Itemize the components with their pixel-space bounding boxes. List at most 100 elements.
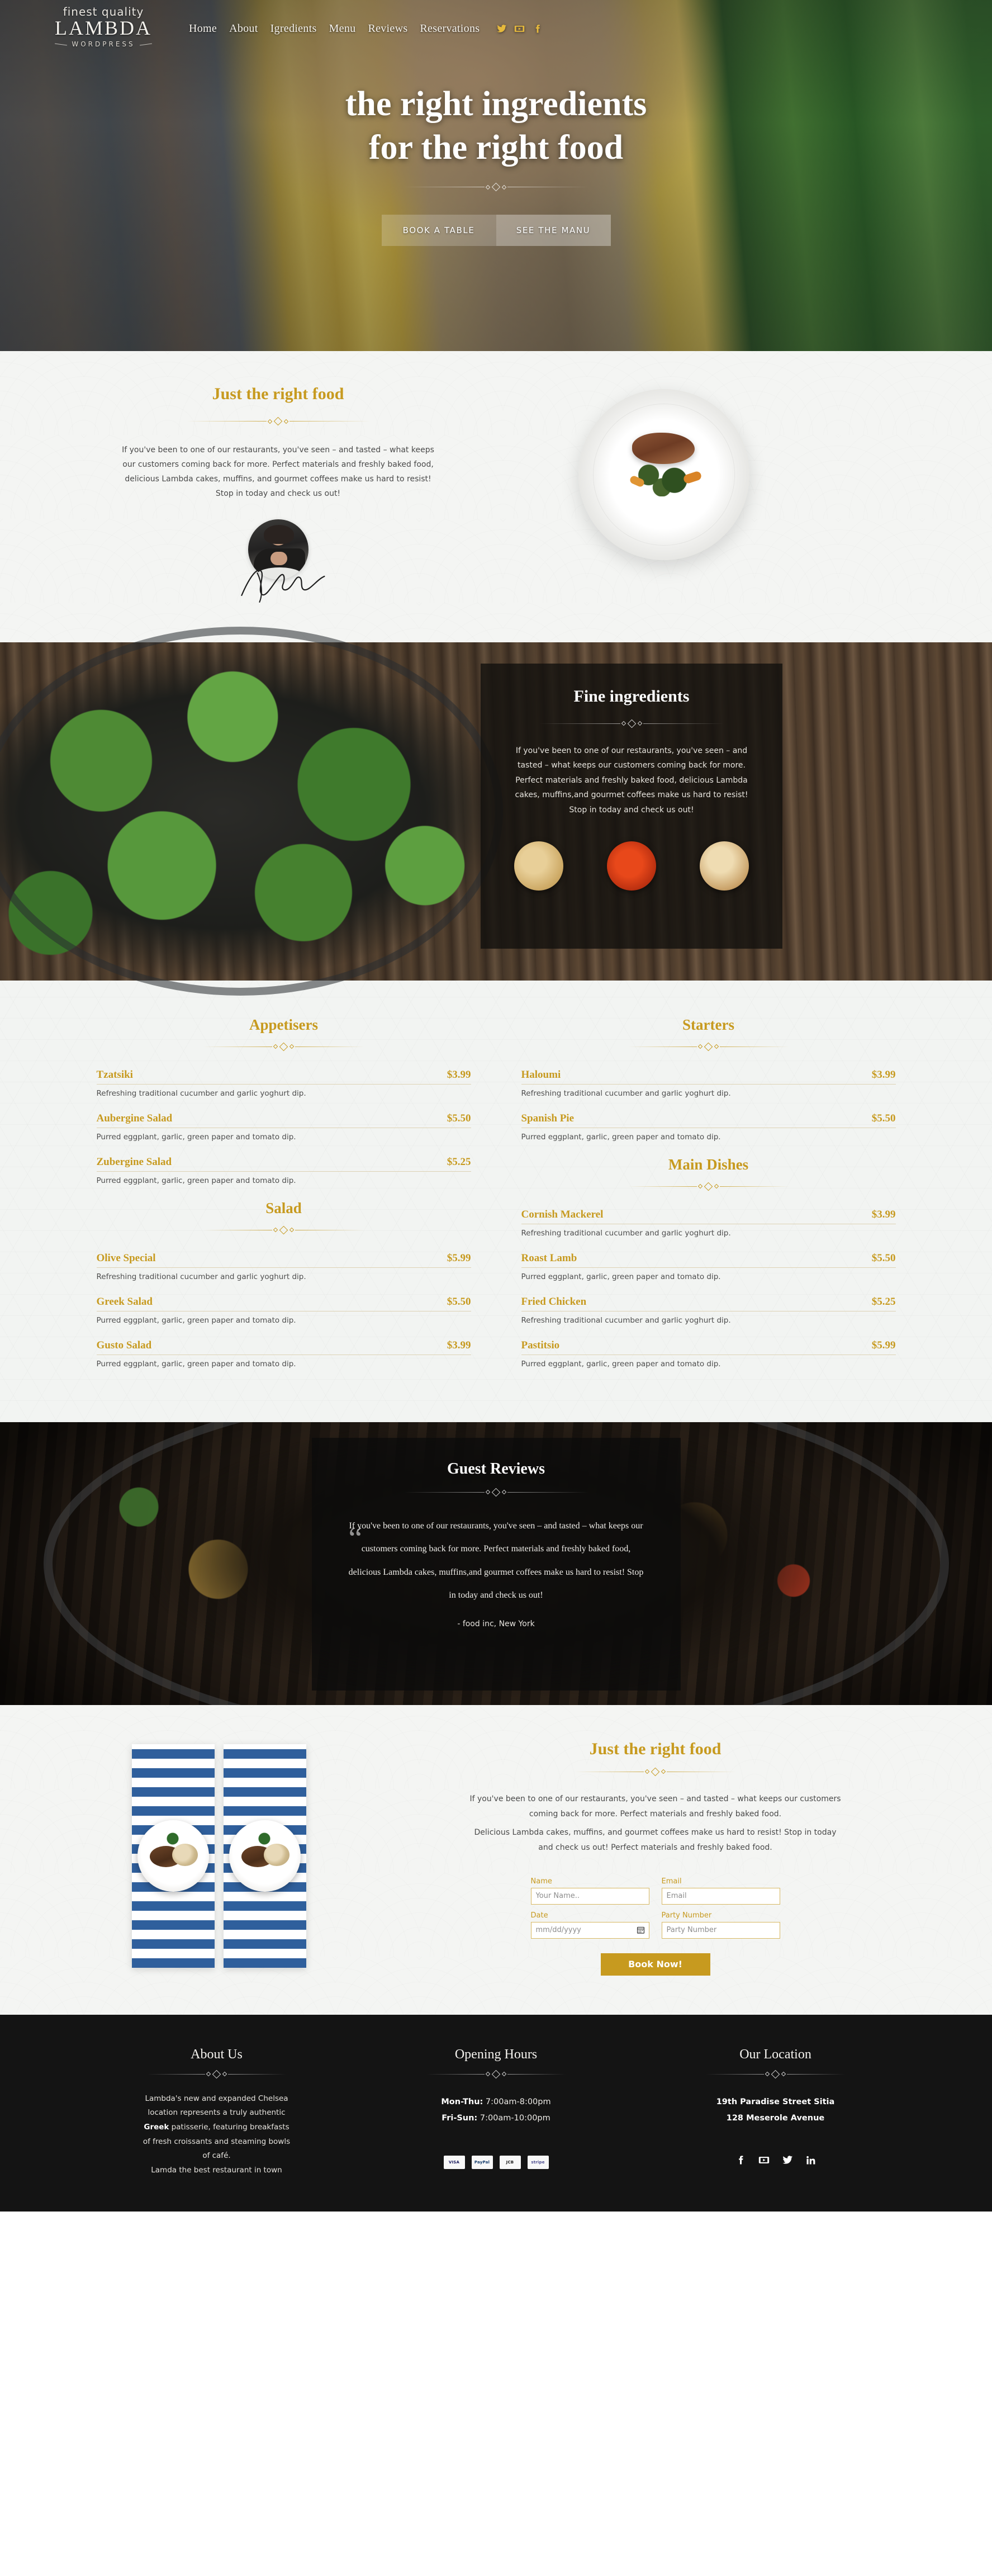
book-a-table-button[interactable]: BOOK A TABLE	[381, 215, 496, 246]
menu-item[interactable]: Cornish Mackerel $3.99 Refreshing tradit…	[521, 1209, 896, 1238]
menu-item-price: $3.99	[447, 1339, 471, 1351]
menu-group-header-main-dishes: Main Dishes	[521, 1156, 896, 1191]
intro-title: Just the right food	[212, 385, 344, 403]
divider-diamond-small-left	[485, 184, 491, 190]
divider-diamond-small-right	[501, 1489, 507, 1495]
ornament-divider	[202, 1225, 365, 1234]
menu-items-main-dishes: Cornish Mackerel $3.99 Refreshing tradit…	[521, 1209, 896, 1368]
menu-item[interactable]: Aubergine Salad $5.50 Purred eggplant, g…	[96, 1112, 471, 1142]
dish-plate-shape	[137, 1820, 209, 1892]
party-number-label: Party Number	[661, 1911, 712, 1920]
site-logo[interactable]: finest quality LAMBDA WORDPRESS	[34, 3, 173, 49]
party-number-input[interactable]	[661, 1921, 780, 1939]
divider-diamond-small-left	[621, 721, 626, 726]
chef-block	[122, 519, 435, 603]
menu-item[interactable]: Haloumi $3.99 Refreshing traditional cuc…	[521, 1069, 896, 1098]
divider-diamond-small-left	[644, 1769, 650, 1774]
menu-item[interactable]: Pastitsio $5.99 Purred eggplant, garlic,…	[521, 1339, 896, 1368]
email-input[interactable]	[661, 1887, 780, 1905]
about-line-4: of fresh croissants and steaming bowls	[143, 2137, 291, 2146]
menu-item-description: Refreshing traditional cucumber and garl…	[96, 1088, 306, 1098]
menu-item[interactable]: Olive Special $5.99 Refreshing tradition…	[96, 1252, 471, 1281]
menu-item-description: Purred eggplant, garlic, green paper and…	[96, 1315, 296, 1325]
nav-item-about[interactable]: About	[229, 22, 258, 35]
facebook-icon[interactable]	[532, 23, 543, 37]
hours-value-fri-sun: 7:00am-10:00pm	[477, 2113, 550, 2123]
rice-shape	[172, 1843, 198, 1866]
ingredient-thumbnails	[506, 841, 757, 891]
menu-item[interactable]: Zubergine Salad $5.25 Purred eggplant, g…	[96, 1156, 471, 1185]
youtube-icon[interactable]	[514, 23, 525, 37]
email-label: Email	[661, 1877, 682, 1886]
divider-diamond-center	[704, 1042, 713, 1051]
visa-icon: VISA	[443, 2155, 465, 2169]
youtube-icon[interactable]	[758, 2154, 770, 2168]
header-social-links	[496, 3, 543, 37]
date-field-wrapper	[530, 1921, 649, 1939]
nav-item-reviews[interactable]: Reviews	[368, 22, 407, 35]
divider-diamond-small-right	[283, 419, 289, 424]
site-footer: About Us Lambda's new and expanded Chels…	[0, 2014, 992, 2212]
facebook-icon[interactable]	[735, 2154, 746, 2168]
nav-item-home[interactable]: Home	[189, 22, 217, 35]
nav-item-reservations[interactable]: Reservations	[420, 22, 480, 35]
menu-items-appetisers: Tzatsiki $3.99 Refreshing traditional cu…	[96, 1069, 471, 1185]
menu-item-name: Olive Special	[96, 1252, 156, 1264]
divider-line-right	[289, 421, 371, 422]
about-line-6: Lamda the best restaurant in town	[151, 2165, 282, 2175]
wheat-flour-thumb	[514, 841, 563, 891]
menu-item-rule	[96, 1083, 471, 1085]
twitter-icon[interactable]	[496, 23, 507, 37]
menu-item-rule	[96, 1267, 471, 1268]
divider-line-left	[146, 2073, 205, 2075]
date-input[interactable]	[530, 1921, 649, 1939]
menu-item[interactable]: Tzatsiki $3.99 Refreshing traditional cu…	[96, 1069, 471, 1098]
menu-item[interactable]: Greek Salad $5.50 Purred eggplant, garli…	[96, 1296, 471, 1325]
name-input[interactable]	[530, 1887, 649, 1905]
see-the-menu-button[interactable]: SEE THE MANU	[496, 215, 611, 246]
menu-item[interactable]: Fried Chicken $5.25 Refreshing tradition…	[521, 1296, 896, 1325]
ornament-divider	[202, 1042, 365, 1051]
footer-social-links	[651, 2154, 901, 2168]
menu-items-salad: Olive Special $5.99 Refreshing tradition…	[96, 1252, 471, 1368]
menu-item[interactable]: Gusto Salad $3.99 Purred eggplant, garli…	[96, 1339, 471, 1368]
herb-shape	[163, 1832, 182, 1845]
menu-group-header-starters: Starters	[521, 1016, 896, 1051]
menu-item-rule	[521, 1267, 896, 1268]
nav-item-igredients[interactable]: Igredients	[270, 22, 317, 35]
divider-diamond-center	[771, 2070, 780, 2079]
menu-item-price: $5.25	[871, 1295, 896, 1308]
divider-diamond-small-right	[661, 1769, 666, 1774]
dish-plate-shape	[229, 1820, 301, 1892]
review-quote-text: If you've been to one of our restaurants…	[348, 1521, 644, 1600]
menu-section: Appetisers Tzatsiki $3.99 Refreshing tra…	[0, 981, 992, 1422]
menu-item-name: Gusto Salad	[96, 1339, 152, 1351]
divider-diamond-center	[491, 182, 501, 192]
divider-diamond-small-right	[289, 1044, 295, 1049]
reviews-section: Guest Reviews “ If you've been to one of…	[0, 1422, 992, 1705]
menu-item[interactable]: Roast Lamb $5.50 Purred eggplant, garlic…	[521, 1252, 896, 1281]
ornament-divider	[539, 719, 724, 728]
steak-shape	[632, 433, 695, 464]
menu-group-title: Appetisers	[249, 1016, 318, 1033]
review-author: - food inc, New York	[457, 1619, 535, 1628]
menu-item[interactable]: Spanish Pie $5.50 Purred eggplant, garli…	[521, 1112, 896, 1142]
reservation-body-text-2: Delicious Lambda cakes, muffins, and gou…	[474, 1828, 837, 1853]
divider-diamond-center	[279, 1042, 288, 1051]
book-now-button[interactable]: Book Now!	[600, 1953, 710, 1976]
divider-diamond-small-right	[501, 184, 507, 190]
site-header: finest quality LAMBDA WORDPRESS Home Abo…	[0, 0, 992, 61]
nav-item-menu[interactable]: Menu	[329, 22, 356, 35]
date-label: Date	[530, 1911, 548, 1920]
twitter-icon[interactable]	[782, 2154, 793, 2168]
about-strong: Greek	[144, 2123, 169, 2132]
menu-item-price: $3.99	[871, 1068, 896, 1081]
hero-section: finest quality LAMBDA WORDPRESS Home Abo…	[0, 0, 992, 351]
footer-hours-title: Opening Hours	[454, 2047, 538, 2062]
linkedin-icon[interactable]	[805, 2154, 817, 2168]
ornament-divider	[627, 1042, 790, 1051]
divider-diamond-center	[212, 2070, 221, 2079]
divider-diamond-small-right	[289, 1227, 295, 1233]
menu-group-header-salad: Salad	[97, 1200, 471, 1234]
hero-actions: BOOK A TABLE SEE THE MANU	[0, 215, 992, 246]
